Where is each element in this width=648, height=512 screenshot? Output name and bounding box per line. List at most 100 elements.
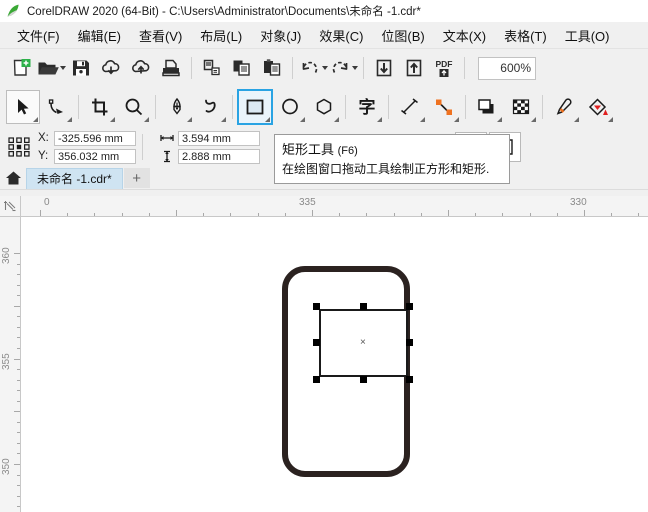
flyout-arrow-icon[interactable] [608,117,613,122]
svg-text:PDF: PDF [436,59,453,69]
width-arrows-icon [159,131,175,145]
menu-bitmap[interactable]: 位图(B) [372,24,433,47]
ruler-tick [366,213,368,216]
crop-tool[interactable] [83,90,117,124]
menu-table[interactable]: 表格(T) [495,24,556,47]
flyout-arrow-icon[interactable] [574,117,579,122]
chevron-down-icon[interactable] [59,66,66,70]
y-label: Y: [38,150,49,162]
height-input[interactable]: 2.888 mm [178,148,260,164]
flyout-arrow-icon[interactable] [187,117,192,122]
cloud-download-button[interactable] [96,53,126,83]
selection-handle-w[interactable] [313,339,320,346]
ellipse-tool[interactable] [273,90,307,124]
flyout-arrow-icon[interactable] [221,117,226,122]
menu-bar: 文件(F) 编辑(E) 查看(V) 布局(L) 对象(J) 效果(C) 位图(B… [0,22,648,49]
flyout-arrow-icon[interactable] [377,117,382,122]
polygon-tool[interactable] [307,90,341,124]
x-position-input[interactable]: -325.596 mm [54,130,136,146]
menu-object[interactable]: 对象(J) [251,24,310,47]
y-position-input[interactable]: 356.032 mm [54,148,136,164]
menu-view[interactable]: 查看(V) [130,24,191,47]
selection-handle-nw[interactable] [313,303,320,310]
flyout-arrow-icon[interactable] [265,117,270,122]
menu-edit[interactable]: 编辑(E) [69,24,130,47]
text-tool[interactable]: 字 [350,90,384,124]
flyout-arrow-icon[interactable] [497,117,502,122]
artwork [282,266,410,477]
horizontal-ruler[interactable]: 0 335 330 325 320 315 [0,196,648,217]
selection-handle-sw[interactable] [313,376,320,383]
flyout-arrow-icon[interactable] [454,117,459,122]
import-button[interactable] [369,53,399,83]
chevron-down-icon[interactable] [351,66,358,70]
document-tab[interactable]: 未命名 -1.cdr* [26,167,123,189]
export-button[interactable] [399,53,429,83]
flyout-arrow-icon[interactable] [420,117,425,122]
flyout-arrow-icon[interactable] [531,117,536,122]
ruler-tick [17,263,20,265]
coreldraw-balloon-icon [6,4,20,18]
width-input[interactable]: 3.594 mm [178,130,260,146]
cut-button[interactable] [197,53,227,83]
pick-tool[interactable] [6,90,40,124]
selection-handle-s[interactable] [359,376,367,383]
drawing-canvas[interactable]: × [21,217,648,512]
flyout-arrow-icon[interactable] [67,117,72,122]
publish-pdf-button[interactable]: PDF [429,53,459,83]
copy-button[interactable] [227,53,257,83]
color-eyedropper-tool[interactable] [547,90,581,124]
save-button[interactable] [66,53,96,83]
open-document-button[interactable] [36,53,66,83]
toolbox-separator [542,95,543,119]
flyout-arrow-icon[interactable] [144,117,149,122]
hruler-label: 335 [299,197,316,208]
menu-effects[interactable]: 效果(C) [310,24,372,47]
redo-button[interactable] [328,53,358,83]
rectangle-tool[interactable] [237,89,273,125]
selection-handle-n[interactable] [359,303,367,310]
print-button[interactable] [156,53,186,83]
connector-tool[interactable] [427,90,461,124]
cloud-upload-button[interactable] [126,53,156,83]
zoom-tool[interactable] [117,90,151,124]
vertical-ruler[interactable]: 360 355 350 [0,216,21,512]
property-separator [142,134,143,160]
dimension-tool[interactable] [393,90,427,124]
pen-tool[interactable] [160,90,194,124]
menu-tools[interactable]: 工具(O) [556,24,619,47]
ruler-tick [14,253,20,254]
flyout-arrow-icon[interactable] [33,117,38,122]
add-document-tab-button[interactable]: + [123,168,150,188]
freehand-tool[interactable] [194,90,228,124]
new-document-button[interactable] [6,53,36,83]
zoom-level-input[interactable]: 600% [478,56,536,80]
home-icon[interactable] [4,169,22,187]
selection-handle-se[interactable] [406,376,413,383]
ruler-tick [17,495,20,497]
chevron-down-icon[interactable] [321,66,328,70]
object-position-icon [6,134,32,160]
flyout-arrow-icon[interactable] [334,117,339,122]
paste-button[interactable] [257,53,287,83]
menu-layout[interactable]: 布局(L) [191,24,251,47]
transparency-tool[interactable] [504,90,538,124]
selection-handle-e[interactable] [406,339,413,346]
ruler-tick [14,464,20,465]
shadow-tool[interactable] [470,90,504,124]
selection-handle-ne[interactable] [406,303,413,310]
flyout-arrow-icon[interactable] [300,117,305,122]
menu-file[interactable]: 文件(F) [8,24,69,47]
ruler-tick [502,213,504,216]
undo-button[interactable] [298,53,328,83]
ruler-tick [339,213,341,216]
ruler-tick [17,284,20,286]
ruler-tick [529,213,531,216]
ruler-origin-icon[interactable] [0,196,21,217]
flyout-arrow-icon[interactable] [110,117,115,122]
menu-text[interactable]: 文本(X) [434,24,495,47]
interactive-fill-tool[interactable] [581,90,615,124]
ruler-tick [17,295,20,297]
shape-tool[interactable] [40,90,74,124]
ruler-tick [393,213,395,216]
